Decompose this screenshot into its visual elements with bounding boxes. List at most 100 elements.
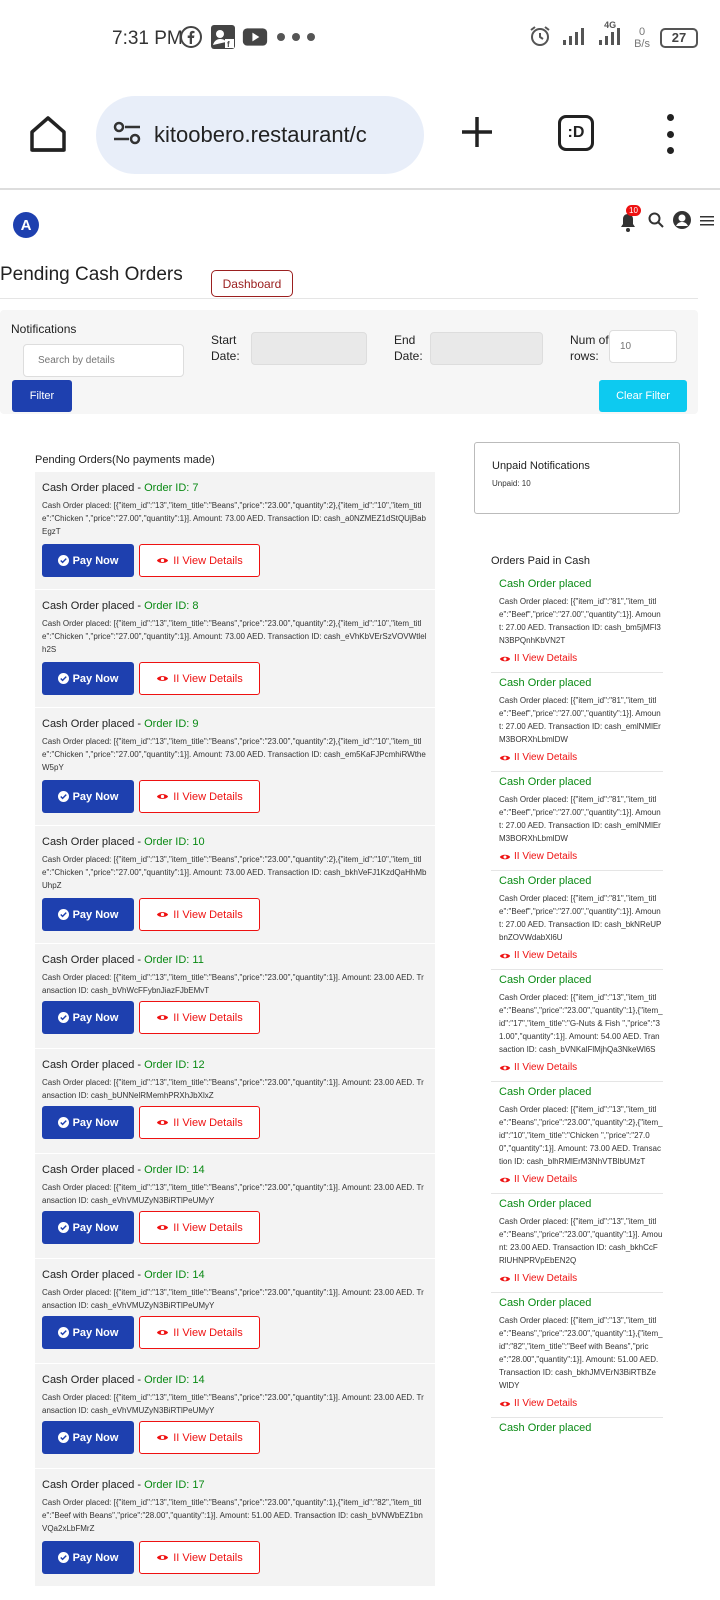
signal-4g-icon: 4G — [598, 20, 624, 49]
order-heading-prefix: Cash Order placed - — [42, 1479, 145, 1491]
pay-now-button[interactable]: Pay Now — [42, 780, 134, 813]
num-rows-input[interactable] — [609, 330, 677, 363]
app-logo[interactable]: A — [13, 212, 39, 238]
pay-now-label: Pay Now — [72, 1011, 119, 1024]
user-profile-icon[interactable] — [672, 210, 692, 235]
pay-now-button[interactable]: Pay Now — [42, 1211, 134, 1244]
eye-icon — [157, 558, 169, 563]
pay-now-button[interactable]: Pay Now — [42, 1001, 134, 1034]
paid-order-heading: Cash Order placed — [499, 677, 592, 689]
filter-button[interactable]: Filter — [12, 380, 72, 412]
order-id: Order ID: 14 — [144, 1374, 205, 1386]
view-details-button[interactable]: II View Details — [139, 1001, 260, 1034]
check-circle-icon — [57, 791, 69, 802]
search-input[interactable] — [23, 344, 184, 377]
pay-now-button[interactable]: Pay Now — [42, 1316, 134, 1349]
view-details-button[interactable]: II View Details — [139, 544, 260, 577]
paid-order-description: Cash Order placed: [{"item_id":"13","ite… — [499, 1105, 663, 1166]
paid-order-item: Cash Order placed Cash Order placed: [{"i… — [491, 970, 663, 1082]
order-description: Cash Order placed: [{"item_id":"13","ite… — [42, 1498, 423, 1533]
paid-order-description: Cash Order placed: [{"item_id":"81","ite… — [499, 597, 661, 645]
search-icon[interactable] — [648, 212, 664, 233]
clear-filter-button[interactable]: Clear Filter — [599, 380, 687, 412]
paid-order-heading: Cash Order placed — [499, 875, 592, 887]
battery-indicator: 27 — [660, 27, 698, 48]
view-details-button[interactable]: II View Details — [139, 1106, 260, 1139]
paid-view-details-link[interactable]: II View Details — [499, 653, 663, 664]
net-speed-value: 0 — [638, 25, 646, 38]
order-actions: Pay Now II View Details — [42, 898, 260, 931]
order-description: Cash Order placed: [{"item_id":"13","ite… — [42, 855, 427, 890]
address-bar[interactable]: kitoobero.restaurant/c — [96, 96, 424, 174]
nav-icons: 10 — [620, 204, 714, 235]
paid-view-details-label: II View Details — [514, 1174, 578, 1185]
web-page: A 10 Pending Cash Orders Dashboard Notif… — [0, 192, 720, 1600]
tab-switcher-button[interactable]: :D — [558, 115, 594, 151]
pay-now-button[interactable]: Pay Now — [42, 662, 134, 695]
view-details-button[interactable]: II View Details — [139, 1421, 260, 1454]
pay-now-button[interactable]: Pay Now — [42, 544, 134, 577]
unpaid-count: Unpaid: 10 — [492, 479, 531, 488]
paid-view-details-link[interactable]: II View Details — [499, 752, 663, 763]
order-actions: Pay Now II View Details — [42, 780, 260, 813]
eye-icon — [499, 1177, 511, 1182]
order-actions: Pay Now II View Details — [42, 1421, 260, 1454]
paid-order-item: Cash Order placed Cash Order placed: [{"i… — [491, 673, 663, 772]
view-details-button[interactable]: II View Details — [139, 898, 260, 931]
paid-orders-list: Cash Order placed Cash Order placed: [{"i… — [491, 574, 663, 1442]
paid-order-item: Cash Order placed Cash Order placed: [{"i… — [491, 1194, 663, 1293]
battery-level: 27 — [671, 30, 687, 45]
unpaid-notifications-card: Unpaid Notifications Unpaid: 10 — [474, 442, 680, 514]
notification-bell-button[interactable]: 10 — [620, 204, 641, 234]
new-tab-button[interactable] — [457, 114, 497, 154]
view-details-button[interactable]: II View Details — [139, 1541, 260, 1574]
order-heading: Cash Order placed - Order ID: 8 — [42, 600, 428, 612]
view-details-button[interactable]: II View Details — [139, 662, 260, 695]
eye-icon — [499, 656, 511, 661]
order-heading-prefix: Cash Order placed - — [42, 1374, 145, 1386]
order-heading-prefix: Cash Order placed - — [42, 954, 145, 966]
view-details-button[interactable]: II View Details — [139, 1211, 260, 1244]
pay-now-button[interactable]: Pay Now — [42, 898, 134, 931]
browser-menu-button[interactable] — [664, 114, 676, 154]
hamburger-menu-icon[interactable] — [700, 214, 714, 232]
site-settings-icon[interactable] — [112, 120, 142, 151]
order-heading: Cash Order placed - Order ID: 10 — [42, 836, 428, 848]
dashboard-button[interactable]: Dashboard — [211, 270, 293, 297]
home-button[interactable] — [28, 114, 68, 154]
pending-orders-list: Cash Order placed - Order ID: 7 Cash Orde… — [35, 472, 435, 1587]
end-date-input[interactable] — [430, 332, 543, 365]
paid-view-details-label: II View Details — [514, 950, 578, 961]
check-circle-icon — [57, 1327, 69, 1338]
plus-icon — [462, 117, 492, 147]
net-type: 4G — [604, 20, 617, 30]
pay-now-label: Pay Now — [72, 908, 119, 921]
eye-icon — [157, 1435, 169, 1440]
num-rows-label: Num of rows: — [570, 333, 609, 363]
paid-view-details-link[interactable]: II View Details — [499, 1174, 663, 1185]
pay-now-button[interactable]: Pay Now — [42, 1421, 134, 1454]
view-details-button[interactable]: II View Details — [139, 780, 260, 813]
notifications-label: Notifications — [11, 322, 77, 336]
paid-order-heading: Cash Order placed — [499, 776, 592, 788]
order-heading: Cash Order placed - Order ID: 17 — [42, 1479, 428, 1491]
paid-view-details-link[interactable]: II View Details — [499, 851, 663, 862]
paid-view-details-link[interactable]: II View Details — [499, 1398, 663, 1409]
paid-order-description: Cash Order placed: [{"item_id":"81","ite… — [499, 795, 661, 843]
view-details-label: II View Details — [173, 1551, 243, 1564]
order-heading-prefix: Cash Order placed - — [42, 1059, 145, 1071]
pending-order-item: Cash Order placed - Order ID: 10 Cash Ord… — [35, 826, 435, 944]
pay-now-button[interactable]: Pay Now — [42, 1541, 134, 1574]
order-heading-prefix: Cash Order placed - — [42, 836, 145, 848]
order-actions: Pay Now II View Details — [42, 1211, 260, 1244]
paid-view-details-link[interactable]: II View Details — [499, 1062, 663, 1073]
pending-order-item: Cash Order placed - Order ID: 17 Cash Ord… — [35, 1469, 435, 1587]
pay-now-button[interactable]: Pay Now — [42, 1106, 134, 1139]
home-icon — [30, 116, 66, 152]
paid-view-details-link[interactable]: II View Details — [499, 1273, 663, 1284]
paid-view-details-link[interactable]: II View Details — [499, 950, 663, 961]
url-text: kitoobero.restaurant/c — [154, 122, 367, 147]
start-date-input[interactable] — [251, 332, 367, 365]
order-id: Order ID: 12 — [144, 1059, 205, 1071]
view-details-button[interactable]: II View Details — [139, 1316, 260, 1349]
